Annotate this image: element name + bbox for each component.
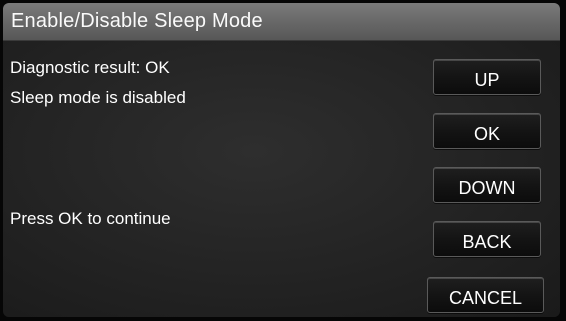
back-button[interactable]: BACK	[433, 221, 541, 257]
diagnostic-result-text: Diagnostic result: OK	[10, 58, 170, 77]
title-bar: Enable/Disable Sleep Mode	[3, 3, 560, 41]
sleep-mode-status-text: Sleep mode is disabled	[10, 88, 186, 107]
up-button[interactable]: UP	[433, 59, 541, 95]
down-button[interactable]: DOWN	[433, 167, 541, 203]
dialog-content: Diagnostic result: OK Sleep mode is disa…	[3, 41, 560, 317]
dialog-panel: Enable/Disable Sleep Mode Diagnostic res…	[3, 3, 560, 317]
page-title: Enable/Disable Sleep Mode	[11, 10, 263, 32]
printer-front-panel-screen: Enable/Disable Sleep Mode Diagnostic res…	[0, 0, 566, 321]
continue-prompt-text: Press OK to continue	[10, 209, 171, 228]
ok-button[interactable]: OK	[433, 113, 541, 149]
cancel-button[interactable]: CANCEL	[427, 277, 544, 313]
